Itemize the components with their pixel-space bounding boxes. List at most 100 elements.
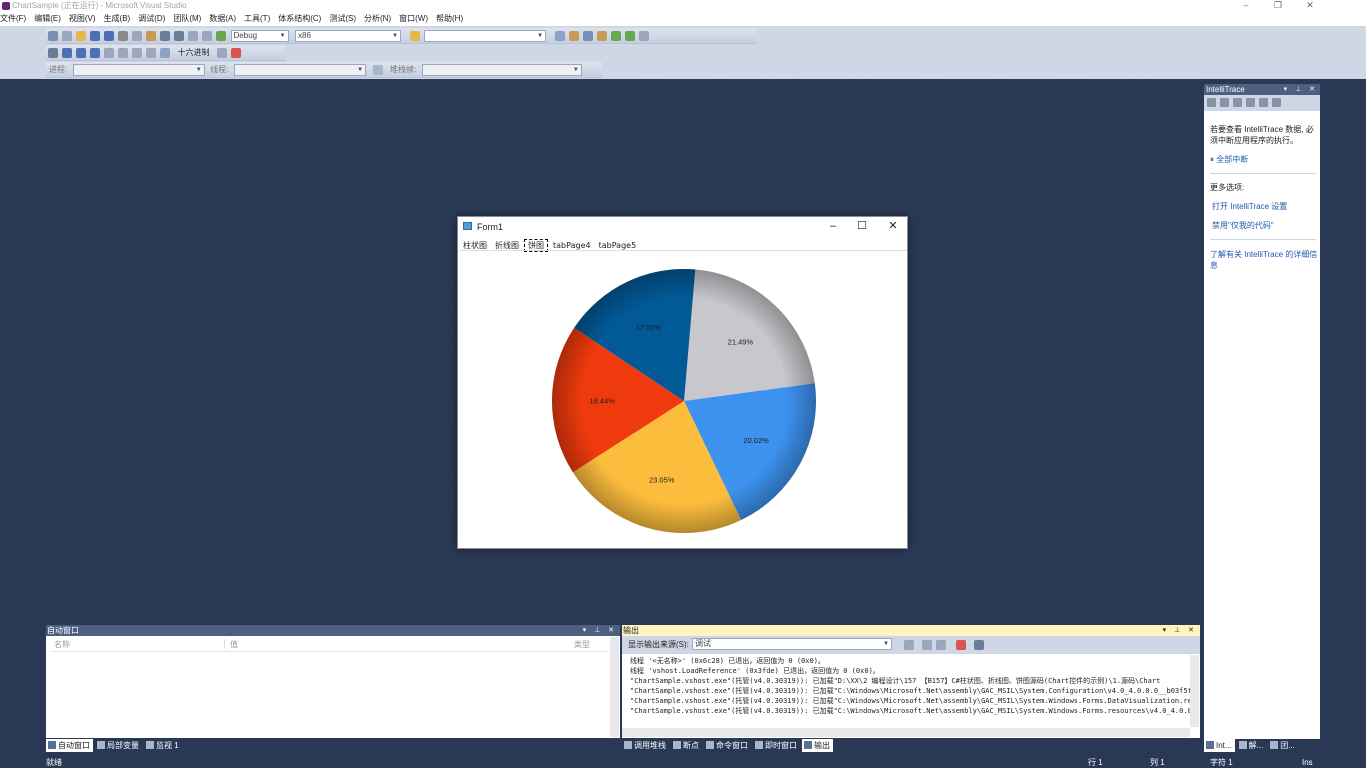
quick-watch-icon[interactable] — [160, 48, 170, 58]
save-log-icon[interactable] — [1272, 98, 1281, 107]
tab-autos[interactable]: 自动窗口 — [46, 739, 93, 752]
search-log-icon[interactable] — [1259, 98, 1268, 107]
close-window-button[interactable]: ✕ — [1300, 0, 1320, 11]
restart-icon[interactable] — [90, 48, 100, 58]
undo-icon[interactable] — [160, 31, 170, 41]
menu-tools[interactable]: 工具(T) — [244, 12, 270, 26]
cut-icon[interactable] — [118, 31, 128, 41]
copy-icon[interactable] — [132, 31, 142, 41]
show-next-statement-icon[interactable] — [104, 48, 114, 58]
prev-message-icon[interactable] — [922, 640, 932, 650]
paste-icon[interactable] — [146, 31, 156, 41]
properties-icon[interactable] — [568, 31, 579, 41]
start-page-icon[interactable] — [610, 31, 621, 41]
menu-edit[interactable]: 编辑(E) — [34, 12, 61, 26]
hex-display-toggle[interactable]: 十六进制 — [178, 45, 210, 61]
stack-frame-select[interactable]: ▼ — [421, 64, 582, 76]
autos-scrollbar[interactable] — [610, 637, 619, 737]
autos-panel: 自动窗口 ▾ ⊥ ✕ 名称 值 类型 — [46, 625, 620, 738]
events-view-icon[interactable] — [1207, 98, 1216, 107]
column-name[interactable]: 名称 — [54, 639, 70, 650]
object-browser-icon[interactable] — [582, 31, 593, 41]
navigate-backward-icon[interactable] — [188, 31, 198, 41]
tab-intellitrace[interactable]: Int... — [1204, 739, 1235, 752]
menu-debug[interactable]: 调试(D) — [138, 12, 165, 26]
break-all-link[interactable]: ⏸ 全部中断 — [1210, 154, 1248, 165]
tab-locals[interactable]: 局部变量 — [95, 739, 142, 752]
window-layout-icon[interactable] — [638, 31, 649, 41]
save-icon[interactable] — [90, 31, 100, 41]
output-window-icon[interactable] — [231, 48, 242, 58]
form-close-button[interactable]: ✕ — [880, 219, 906, 233]
menu-test[interactable]: 测试(S) — [329, 12, 356, 26]
flag-threads-icon[interactable] — [372, 65, 383, 75]
column-type[interactable]: 类型 — [574, 639, 590, 650]
form-minimize-button[interactable]: – — [820, 219, 846, 233]
open-log-icon[interactable] — [1233, 98, 1242, 107]
tab-immediate-window[interactable]: 即时窗口 — [753, 739, 800, 752]
add-item-icon[interactable] — [62, 31, 72, 41]
open-intellitrace-settings-link[interactable]: 打开 IntelliTrace 设置 — [1212, 201, 1287, 212]
next-message-icon[interactable] — [936, 640, 946, 650]
output-hscrollbar[interactable] — [622, 728, 1190, 737]
navigate-forward-icon[interactable] — [202, 31, 212, 41]
disable-just-my-code-link[interactable]: 禁用"仅我的代码" — [1212, 220, 1274, 231]
find-combo[interactable]: ▼ — [424, 30, 547, 42]
config-select[interactable]: Debug ▼ — [230, 30, 289, 42]
learn-intellitrace-link[interactable]: 了解有关 IntelliTrace 的详细信息 — [1210, 249, 1318, 271]
toolbox-icon[interactable] — [596, 31, 607, 41]
process-select[interactable]: ▼ — [72, 64, 205, 76]
clear-all-icon[interactable] — [956, 640, 966, 650]
output-panel-controls[interactable]: ▾ ⊥ ✕ — [1163, 625, 1197, 636]
platform-select[interactable]: x86 ▼ — [295, 30, 402, 42]
menu-file[interactable]: 文件(F) — [0, 12, 26, 26]
calls-view-icon[interactable] — [1220, 98, 1229, 107]
column-divider[interactable] — [224, 639, 225, 649]
step-over-icon[interactable] — [132, 48, 142, 58]
stop-debug-icon[interactable] — [76, 48, 86, 58]
break-all-icon[interactable] — [62, 48, 72, 58]
open-file-icon[interactable] — [76, 31, 86, 41]
save-all-icon[interactable] — [104, 31, 114, 41]
output-source-select[interactable]: 调试 ▼ — [692, 638, 892, 650]
tab-output[interactable]: 输出 — [802, 739, 833, 752]
output-vscrollbar[interactable] — [1190, 655, 1199, 727]
minimize-button[interactable]: – — [1236, 0, 1256, 11]
intellitrace-header: IntelliTrace ▾ ⊥ ✕ — [1204, 84, 1320, 95]
new-project-icon[interactable] — [48, 31, 58, 41]
restore-button[interactable]: ❐ — [1268, 0, 1288, 11]
filter-icon[interactable] — [1246, 98, 1255, 107]
step-out-icon[interactable] — [146, 48, 156, 58]
tab-call-stack[interactable]: 调用堆栈 — [622, 739, 669, 752]
word-wrap-icon[interactable] — [974, 640, 984, 650]
start-debug-icon[interactable] — [216, 31, 226, 41]
tab-watch1[interactable]: 监视 1 — [144, 739, 182, 752]
find-in-files-icon[interactable] — [409, 31, 420, 41]
intellitrace-panel: IntelliTrace ▾ ⊥ ✕ 若要查看 IntelliTrace 数据,… — [1204, 84, 1320, 740]
standard-toolbar: Debug ▼ x86 ▼ ▼ — [46, 28, 756, 44]
menu-architecture[interactable]: 体系结构(C) — [278, 12, 321, 26]
form-maximize-button[interactable]: ☐ — [849, 219, 875, 233]
menu-view[interactable]: 视图(V) — [69, 12, 96, 26]
find-message-icon[interactable] — [904, 640, 914, 650]
extension-icon[interactable] — [624, 31, 635, 41]
menu-window[interactable]: 窗口(W) — [399, 12, 428, 26]
redo-icon[interactable] — [174, 31, 184, 41]
tab-breakpoints[interactable]: 断点 — [671, 739, 702, 752]
autos-panel-controls[interactable]: ▾ ⊥ ✕ — [583, 625, 617, 636]
show-threads-icon[interactable] — [217, 48, 228, 58]
step-into-icon[interactable] — [118, 48, 128, 58]
continue-icon[interactable] — [48, 48, 58, 58]
column-value[interactable]: 值 — [230, 639, 238, 650]
tab-team-explorer[interactable]: 团... — [1268, 739, 1298, 752]
menu-analyze[interactable]: 分析(N) — [364, 12, 391, 26]
menu-team[interactable]: 团队(M) — [173, 12, 201, 26]
menu-help[interactable]: 帮助(H) — [436, 12, 463, 26]
menu-data[interactable]: 数据(A) — [209, 12, 236, 26]
tab-solution-explorer[interactable]: 解... — [1237, 739, 1267, 752]
solution-explorer-icon[interactable] — [554, 31, 565, 41]
tab-command-window[interactable]: 命令窗口 — [704, 739, 751, 752]
thread-select[interactable]: ▼ — [234, 64, 367, 76]
panel-controls[interactable]: ▾ ⊥ ✕ — [1284, 84, 1318, 95]
menu-build[interactable]: 生成(B) — [104, 12, 131, 26]
